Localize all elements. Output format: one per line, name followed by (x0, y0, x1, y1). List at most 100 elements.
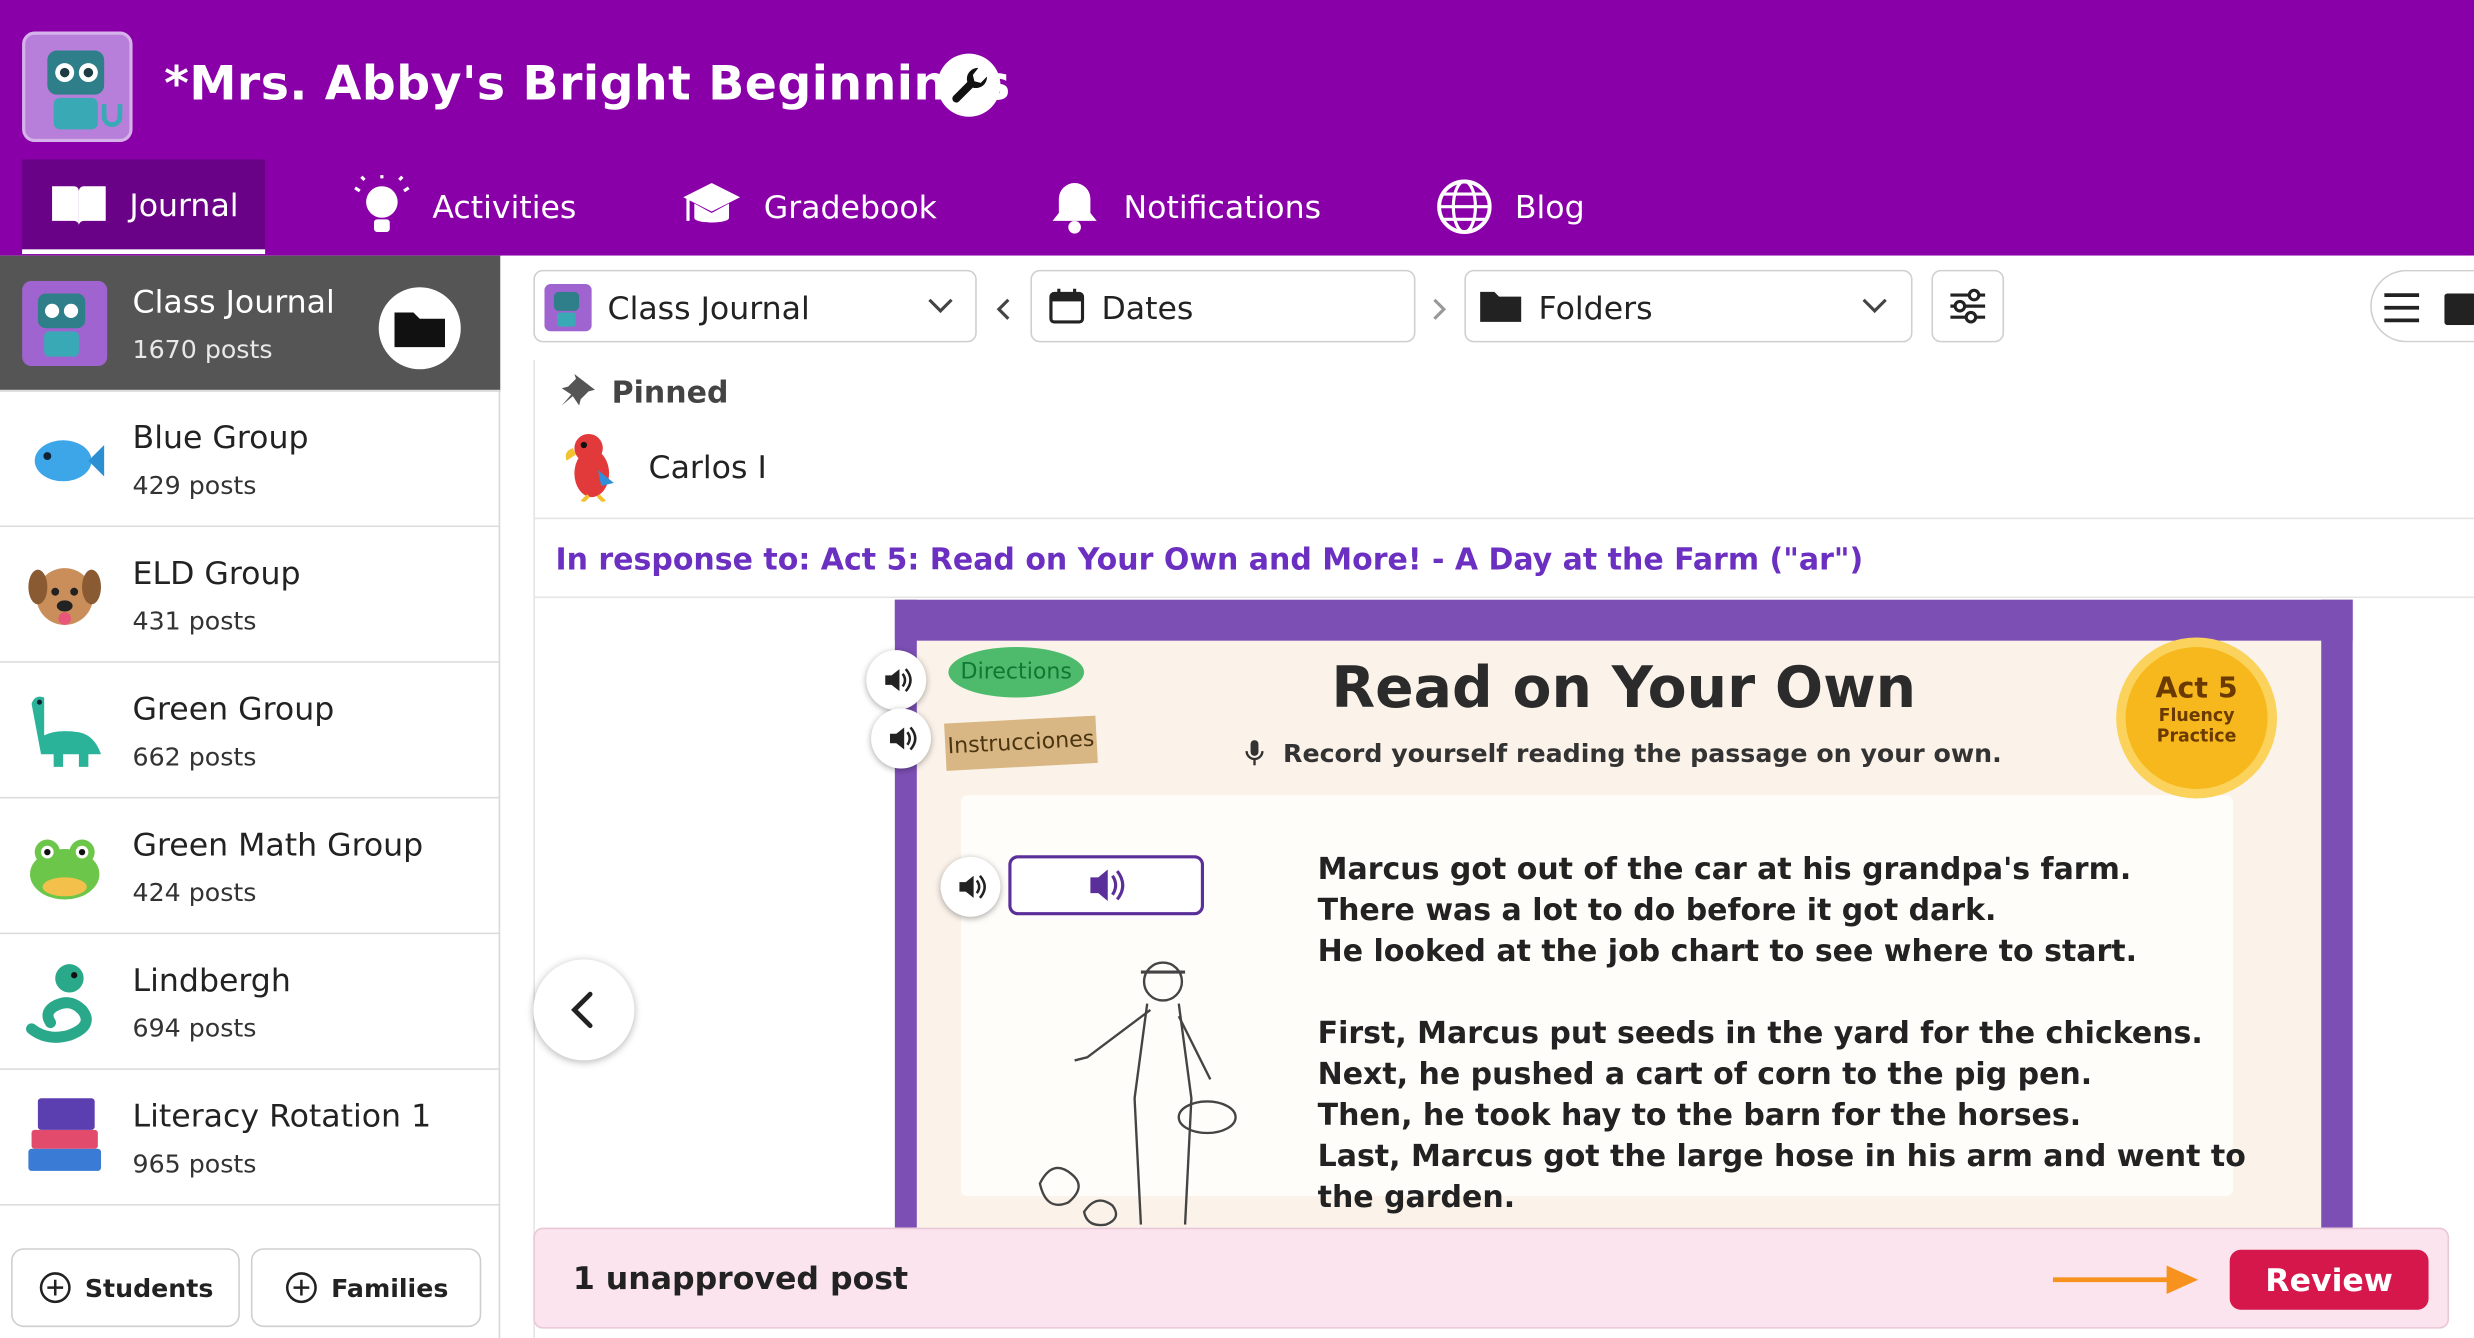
passage-line: Marcus got out of the car at his grandpa… (1317, 852, 2132, 887)
graduation-cap-icon (683, 183, 741, 223)
parrot-icon (565, 433, 614, 502)
robot-icon (544, 284, 592, 332)
add-families-button[interactable]: Families (250, 1248, 482, 1328)
passage-line: Then, he took hay to the barn for the ho… (1317, 1098, 2082, 1134)
review-button[interactable]: Review (2229, 1249, 2429, 1310)
view-toggle (2370, 269, 2474, 343)
fish-icon (34, 440, 105, 482)
tab-notifications[interactable]: Notifications (1048, 159, 1321, 254)
robot-icon (22, 280, 108, 367)
group-name: Literacy Rotation 1 (132, 1096, 432, 1135)
passage-line (1318, 972, 2246, 1013)
filter-settings-button[interactable] (1931, 269, 2005, 343)
group-name: Blue Group (132, 418, 309, 457)
journal-select-value: Class Journal (607, 288, 810, 327)
dates-filter-label: Dates (1101, 288, 1194, 327)
folders-select-value: Folders (1538, 288, 1653, 327)
sliders-icon (1950, 288, 1986, 324)
add-students-label: Students (84, 1272, 214, 1303)
sidebar-item-green-math-group[interactable]: Green Math Group 424 posts (0, 798, 501, 935)
act5-badge-main: Act 5 (2155, 672, 2238, 706)
group-name: Green Group (132, 689, 335, 728)
frog-icon (29, 839, 100, 900)
book-icon (52, 185, 106, 225)
sidebar-item-blue-group[interactable]: Blue Group 429 posts (0, 391, 501, 528)
passage-audio-player[interactable] (1008, 855, 1205, 916)
chevron-right-icon[interactable] (1430, 297, 1449, 322)
tab-journal[interactable]: Journal (22, 159, 266, 255)
folders-select[interactable]: Folders (1464, 269, 1913, 343)
bell-icon (1052, 183, 1097, 234)
app-header: *Mrs. Abby's Bright Beginnings Journal A… (0, 0, 2474, 256)
previous-post-button[interactable] (533, 959, 635, 1061)
class-settings-button[interactable] (937, 53, 1001, 117)
tab-journal-label: Journal (129, 185, 239, 224)
dates-filter[interactable]: Dates (1030, 269, 1416, 343)
group-sidebar: Class Journal 1670 posts Blue Group 429 … (0, 255, 501, 1338)
journal-select[interactable]: Class Journal (533, 269, 977, 343)
pushpin-icon (561, 373, 595, 406)
sidebar-item-class-journal[interactable]: Class Journal 1670 posts (0, 255, 501, 392)
tab-notifications-label: Notifications (1123, 187, 1322, 226)
instructions-audio-button[interactable] (871, 708, 932, 769)
unapproved-count: 1 unapproved post (572, 1259, 909, 1298)
add-students-button[interactable]: Students (11, 1248, 240, 1328)
chevron-left-icon[interactable] (994, 297, 1013, 322)
journal-feed: Pinned Carlos I In response to: Act 5: R… (533, 359, 2474, 1338)
sidebar-item-lindbergh[interactable]: Lindbergh 694 posts (0, 934, 501, 1070)
tab-activities[interactable]: Activities (353, 159, 576, 254)
chevron-down-icon (928, 298, 953, 314)
chevron-down-icon (1862, 298, 1887, 314)
group-post-count: 429 posts (132, 470, 257, 501)
group-post-count: 965 posts (132, 1148, 257, 1179)
act5-badge-line2: Practice (2156, 725, 2237, 747)
post-divider (534, 596, 2474, 599)
speaker-icon (889, 726, 917, 751)
tab-blog[interactable]: Blog (1436, 159, 1585, 254)
passage-line: Last, Marcus got the large hose in his a… (1317, 1139, 2246, 1175)
dog-icon (28, 568, 101, 625)
arrow-right-icon (2052, 1265, 2199, 1294)
response-link[interactable]: In response to: Act 5: Read on Your Own … (555, 543, 1863, 578)
list-view-icon[interactable] (2381, 287, 2422, 328)
speaker-icon (959, 874, 986, 899)
act5-badge: Act 5 Fluency Practice (2125, 646, 2268, 789)
folder-icon (394, 312, 445, 348)
group-folder-button[interactable] (378, 287, 461, 370)
snake-icon (26, 964, 92, 1043)
tab-activities-label: Activities (432, 187, 577, 226)
passage-line: First, Marcus put seeds in the yard for … (1317, 1016, 2203, 1051)
sidebar-item-literacy-rotation-1[interactable]: Literacy Rotation 1 965 posts (0, 1070, 501, 1206)
dinosaur-icon (31, 696, 101, 767)
folder-icon (1480, 291, 1522, 322)
farmer-illustration (1038, 961, 1237, 1227)
post-author[interactable]: Carlos I (649, 448, 767, 486)
post-divider (534, 517, 2474, 520)
calendar-view-icon[interactable] (2444, 290, 2474, 326)
activity-page: Directions Instrucciones Read on Your Ow… (894, 599, 2353, 1228)
class-logo[interactable] (22, 31, 133, 143)
passage-audio-button[interactable] (940, 856, 1001, 917)
robot-icon (47, 50, 123, 130)
calendar-icon (1049, 288, 1085, 324)
group-post-count: 662 posts (132, 741, 257, 772)
add-families-label: Families (331, 1272, 449, 1303)
passage-line: There was a lot to do before it got dark… (1317, 893, 1997, 928)
lightbulb-icon (354, 175, 410, 232)
passage-line: He looked at the job chart to see where … (1317, 934, 2138, 969)
pinned-label: Pinned (611, 375, 729, 411)
plus-circle-icon (285, 1272, 317, 1304)
sidebar-item-eld-group[interactable]: ELD Group 431 posts (0, 527, 501, 663)
curtain-top (894, 599, 2353, 641)
microphone-icon (1246, 740, 1265, 766)
wrench-icon (952, 67, 988, 103)
activity-subtitle-text: Record yourself reading the passage on y… (1283, 738, 2002, 769)
group-name: Lindbergh (132, 961, 291, 999)
tab-gradebook[interactable]: Gradebook (682, 159, 937, 254)
directions-audio-button[interactable] (866, 650, 927, 711)
globe-icon (1437, 179, 1492, 234)
speaker-icon (885, 668, 912, 692)
sidebar-item-green-group[interactable]: Green Group 662 posts (0, 663, 501, 799)
app-frame: *Mrs. Abby's Bright Beginnings Journal A… (0, 0, 2474, 1338)
act5-badge-line1: Fluency (2158, 705, 2235, 726)
